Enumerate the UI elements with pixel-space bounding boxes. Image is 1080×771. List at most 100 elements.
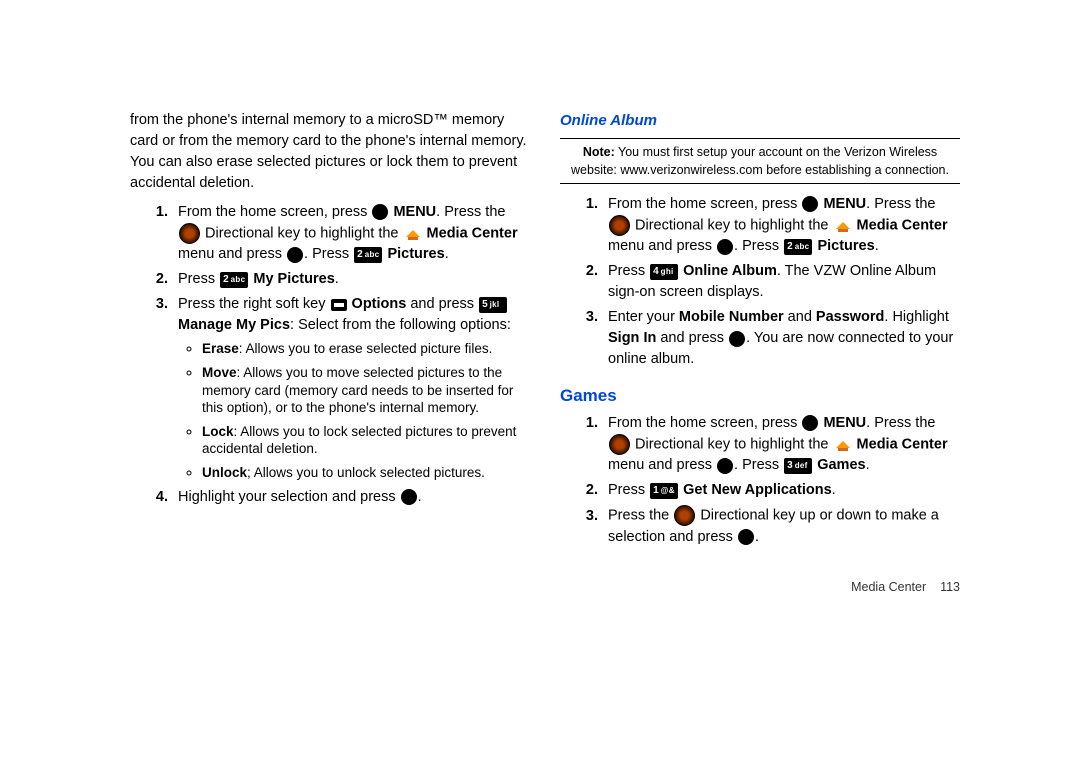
- oa-step-2: Press 4ghi Online Album. The VZW Online …: [602, 261, 960, 303]
- online-album-heading: Online Album: [560, 110, 960, 132]
- text: . Press the: [866, 415, 935, 431]
- text: Highlight your selection and press: [178, 489, 400, 505]
- center-key-icon: [287, 247, 303, 263]
- bullet-move: Move: Allows you to move selected pictur…: [202, 364, 530, 417]
- text: From the home screen, press: [608, 415, 801, 431]
- games-label: Games: [817, 457, 865, 473]
- text: Press the: [608, 508, 673, 524]
- text: Directional key to highlight the: [205, 225, 402, 241]
- text: From the home screen, press: [178, 204, 371, 220]
- text: and press: [656, 330, 728, 346]
- media-center-label: Media Center: [427, 225, 518, 241]
- media-center-label: Media Center: [857, 436, 948, 452]
- my-pictures-label: My Pictures: [253, 271, 334, 287]
- text: : Allows you to lock selected pictures t…: [202, 424, 516, 457]
- intro-paragraph: from the phone's internal memory to a mi…: [130, 110, 530, 194]
- note-label: Note:: [583, 145, 615, 159]
- left-steps: From the home screen, press MENU. Press …: [144, 202, 530, 508]
- label: Lock: [202, 424, 234, 439]
- g-step-2: Press 1@& Get New Applications.: [602, 480, 960, 501]
- center-key-icon: [738, 529, 754, 545]
- footer-section: Media Center: [851, 580, 926, 594]
- note-text: You must first setup your account on the…: [571, 145, 949, 177]
- page-footer: Media Center 113: [560, 578, 960, 596]
- menu-label: MENU: [823, 415, 866, 431]
- step-2: Press 2abc My Pictures.: [172, 269, 530, 290]
- text: : Select from the following options:: [290, 317, 511, 333]
- text: Press: [608, 263, 649, 279]
- sign-in-label: Sign In: [608, 330, 656, 346]
- text: menu and press: [178, 246, 286, 262]
- key-5jkl-icon: 5jkl: [479, 297, 507, 313]
- options-list: Erase: Allows you to erase selected pict…: [184, 340, 530, 481]
- step-4: Highlight your selection and press .: [172, 487, 530, 508]
- center-key-icon: [729, 331, 745, 347]
- text: .: [755, 529, 759, 545]
- key-4ghi-icon: 4ghi: [650, 264, 678, 280]
- text: menu and press: [608, 457, 716, 473]
- media-center-icon: [404, 226, 422, 242]
- text: .: [418, 489, 422, 505]
- text: and press: [406, 296, 478, 312]
- options-label: Options: [352, 296, 407, 312]
- text: Directional key to highlight the: [635, 436, 832, 452]
- menu-label: MENU: [823, 196, 866, 212]
- footer-page-number: 113: [940, 580, 960, 594]
- g-step-1: From the home screen, press MENU. Press …: [602, 413, 960, 476]
- text: From the home screen, press: [608, 196, 801, 212]
- step-3: Press the right soft key Options and pre…: [172, 294, 530, 481]
- pictures-label: Pictures: [387, 246, 444, 262]
- label: Move: [202, 365, 237, 380]
- key-3def-icon: 3def: [784, 458, 812, 474]
- games-heading: Games: [560, 384, 960, 409]
- center-key-icon: [802, 415, 818, 431]
- media-center-icon: [834, 437, 852, 453]
- pictures-label: Pictures: [817, 238, 874, 254]
- text: . Press the: [436, 204, 505, 220]
- manual-page: from the phone's internal memory to a mi…: [0, 0, 1080, 636]
- text: Press: [178, 271, 219, 287]
- key-1-icon: 1@&: [650, 483, 678, 499]
- text: Press the right soft key: [178, 296, 330, 312]
- note-box: Note: You must first setup your account …: [560, 138, 960, 184]
- left-column: from the phone's internal memory to a mi…: [130, 110, 530, 596]
- text: menu and press: [608, 238, 716, 254]
- right-column: Online Album Note: You must first setup …: [560, 110, 960, 596]
- oa-step-3: Enter your Mobile Number and Password. H…: [602, 307, 960, 370]
- text: Enter your: [608, 309, 679, 325]
- center-key-icon: [717, 458, 733, 474]
- text: Directional key to highlight the: [635, 217, 832, 233]
- media-center-label: Media Center: [857, 217, 948, 233]
- text: : Allows you to erase selected picture f…: [239, 341, 493, 356]
- text: ; Allows you to unlock selected pictures…: [247, 465, 485, 480]
- center-key-icon: [401, 489, 417, 505]
- get-new-applications-label: Get New Applications: [683, 482, 832, 498]
- center-key-icon: [717, 239, 733, 255]
- directional-key-icon: [179, 223, 200, 244]
- text: . Press: [304, 246, 353, 262]
- menu-label: MENU: [393, 204, 436, 220]
- step-1: From the home screen, press MENU. Press …: [172, 202, 530, 265]
- text: . Press: [734, 457, 783, 473]
- text: and: [784, 309, 816, 325]
- text: : Allows you to move selected pictures t…: [202, 365, 513, 415]
- key-2abc-icon: 2abc: [784, 239, 812, 255]
- online-album-label: Online Album: [683, 263, 777, 279]
- bullet-erase: Erase: Allows you to erase selected pict…: [202, 340, 530, 358]
- g-step-3: Press the Directional key up or down to …: [602, 505, 960, 547]
- key-2abc-icon: 2abc: [354, 247, 382, 263]
- label: Unlock: [202, 465, 247, 480]
- key-2abc-icon: 2abc: [220, 272, 248, 288]
- mobile-number-label: Mobile Number: [679, 309, 784, 325]
- media-center-icon: [834, 218, 852, 234]
- text: . Press the: [866, 196, 935, 212]
- password-label: Password: [816, 309, 885, 325]
- online-album-steps: From the home screen, press MENU. Press …: [574, 194, 960, 370]
- directional-key-icon: [674, 505, 695, 526]
- right-soft-key-icon: [331, 299, 347, 311]
- center-key-icon: [372, 204, 388, 220]
- text: . Press: [734, 238, 783, 254]
- bullet-lock: Lock: Allows you to lock selected pictur…: [202, 423, 530, 458]
- text: Press: [608, 482, 649, 498]
- games-steps: From the home screen, press MENU. Press …: [574, 413, 960, 548]
